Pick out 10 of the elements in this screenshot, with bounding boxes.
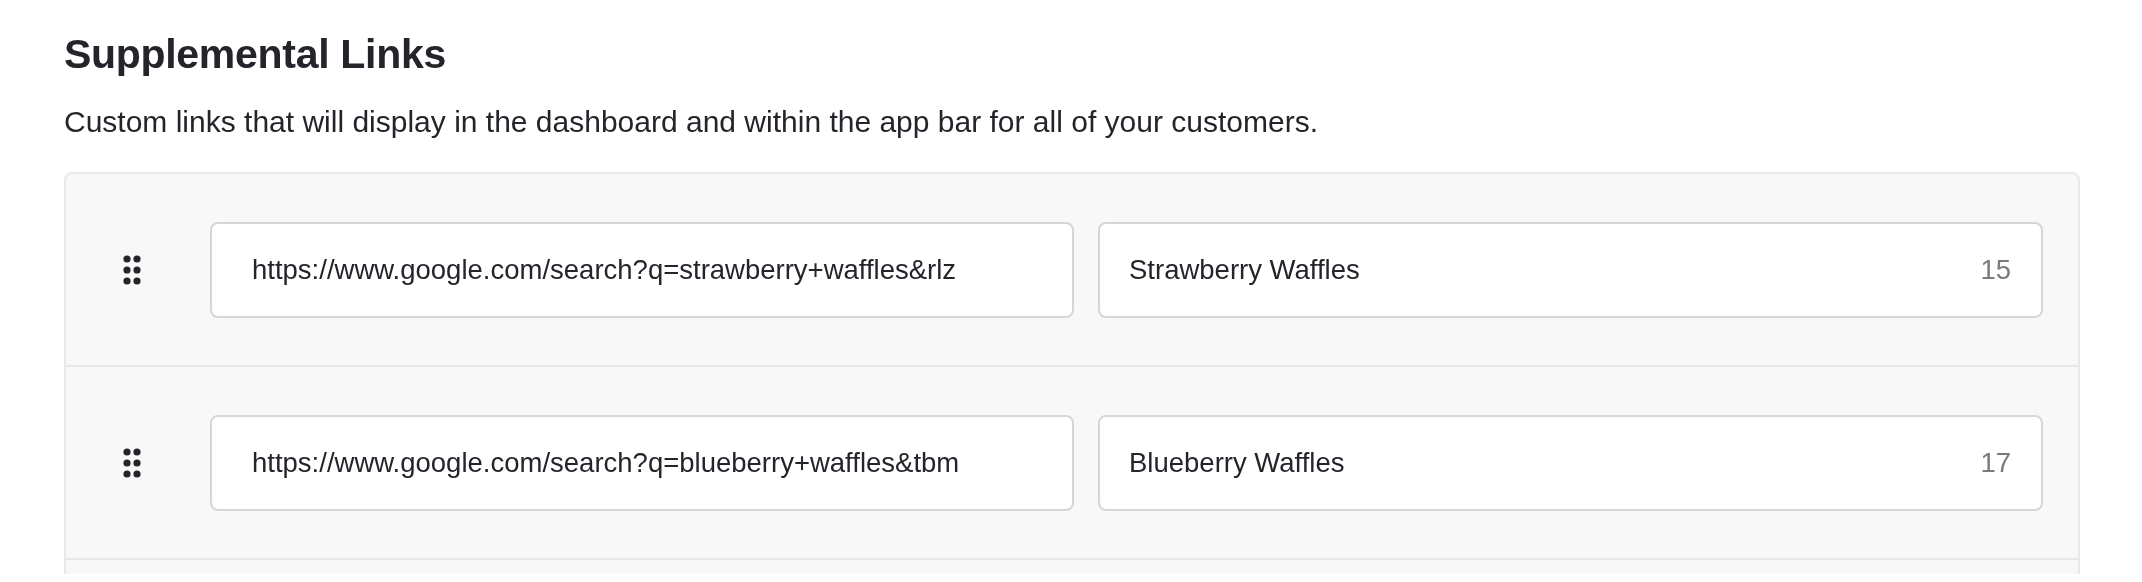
- drag-handle-icon[interactable]: [123, 447, 141, 478]
- link-name-field[interactable]: Blueberry Waffles 17: [1098, 414, 2043, 511]
- section-title: Supplemental Links: [64, 30, 447, 78]
- link-name-field[interactable]: Strawberry Waffles 15: [1098, 221, 2043, 318]
- drag-handle-icon[interactable]: [123, 254, 141, 285]
- url-field[interactable]: https://www.google.com/search?q=strawberry+waffles&rlz: [210, 221, 1074, 318]
- section-description: Custom links that will display in the dashboard and within the app bar for all of your customers.: [64, 104, 1319, 140]
- character-count: 17: [1980, 446, 2011, 479]
- character-count: 15: [1980, 253, 2011, 286]
- url-field[interactable]: https://www.google.com/search?q=blueberry+waffles&tbm: [210, 414, 1074, 511]
